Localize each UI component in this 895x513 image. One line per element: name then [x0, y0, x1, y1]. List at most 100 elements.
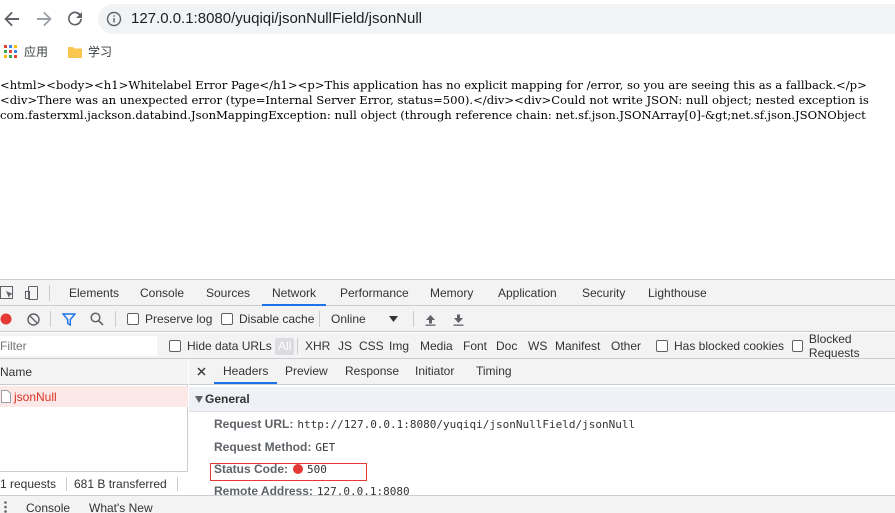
network-toolbar: Preserve log Disable cache Online	[0, 306, 895, 332]
arrow-left-icon	[4, 11, 19, 27]
tab-preview[interactable]: Preview	[285, 359, 328, 384]
checkbox[interactable]	[656, 340, 668, 352]
browser-toolbar: 127.0.0.1:8080/yuqiqi/jsonNullField/json…	[0, 0, 895, 38]
drawer-tab-console[interactable]: Console	[26, 501, 70, 513]
filter-input[interactable]: Filter	[0, 336, 157, 356]
request-url-row: Request URL: http://127.0.0.1:8080/yuqiqi…	[214, 413, 635, 435]
filter-type-js[interactable]: JS	[338, 333, 352, 359]
request-list: Name jsonNull 1 requests 681 B transferr…	[0, 359, 188, 495]
devtools-tab-bar: Elements Console Sources Network Perform…	[0, 279, 895, 306]
drawer-tab-bar: Console What's New	[0, 495, 895, 513]
bookmark-label: 学习	[88, 45, 113, 59]
tab-timing[interactable]: Timing	[476, 359, 512, 384]
device-toolbar-icon[interactable]	[24, 285, 40, 301]
document-icon	[1, 390, 11, 403]
divider	[50, 311, 51, 327]
request-summary: 1 requests 681 B transferred	[0, 471, 188, 495]
checkbox[interactable]	[169, 340, 181, 352]
tab-sources[interactable]: Sources	[206, 280, 250, 306]
request-row[interactable]: jsonNull	[0, 386, 188, 407]
filter-type-img[interactable]: Img	[389, 333, 409, 359]
filter-type-media[interactable]: Media	[420, 333, 453, 359]
filter-type-css[interactable]: CSS	[359, 333, 384, 359]
tab-memory[interactable]: Memory	[430, 280, 473, 306]
divider	[49, 285, 50, 301]
tab-application[interactable]: Application	[498, 280, 557, 306]
clear-icon	[27, 312, 40, 326]
filter-bar: Filter Hide data URLs All XHR JS CSS Img…	[0, 332, 895, 360]
search-button[interactable]	[90, 306, 104, 332]
divider	[413, 311, 414, 327]
filter-type-manifest[interactable]: Manifest	[555, 333, 600, 359]
checkbox[interactable]	[792, 340, 803, 352]
header-key: Status Code:	[214, 462, 289, 476]
throttle-select[interactable]: Online	[331, 306, 398, 332]
bookmark-apps[interactable]: 应用	[4, 43, 48, 60]
arrow-right-icon	[37, 11, 52, 27]
request-count: 1 requests	[0, 477, 57, 491]
bookmarks-bar: 应用 学习	[0, 38, 895, 64]
drawer-tab-whats-new[interactable]: What's New	[89, 501, 153, 513]
disable-cache-label: Disable cache	[239, 312, 315, 326]
record-icon	[0, 313, 12, 325]
funnel-icon	[62, 312, 76, 326]
info-icon	[106, 11, 122, 27]
tab-initiator[interactable]: Initiator	[415, 359, 454, 384]
filter-type-doc[interactable]: Doc	[496, 333, 517, 359]
filter-type-xhr[interactable]: XHR	[305, 333, 330, 359]
tab-elements[interactable]: Elements	[69, 280, 119, 306]
address-bar[interactable]: 127.0.0.1:8080/yuqiqi/jsonNullField/json…	[98, 4, 895, 34]
checkbox[interactable]	[127, 313, 139, 325]
request-method-row: Request Method: GET	[214, 436, 335, 458]
forward-button[interactable]	[32, 7, 56, 31]
tab-response[interactable]: Response	[345, 359, 399, 384]
divider	[115, 311, 116, 327]
tab-lighthouse[interactable]: Lighthouse	[648, 280, 707, 306]
inspect-element-icon[interactable]	[0, 285, 14, 301]
filter-type-ws[interactable]: WS	[528, 333, 547, 359]
reload-button[interactable]	[63, 7, 87, 31]
filter-toggle-button[interactable]	[62, 306, 76, 332]
general-section-header[interactable]: General	[189, 387, 895, 412]
record-button[interactable]	[0, 306, 12, 332]
page-content: <html><body><h1>Whitelabel Error Page</h…	[0, 64, 895, 278]
has-blocked-cookies-label: Has blocked cookies	[674, 339, 785, 353]
close-icon[interactable]	[197, 367, 206, 376]
blocked-requests-label: Blocked Requests	[808, 332, 860, 360]
triangle-down-icon	[195, 396, 203, 403]
divider	[66, 477, 67, 491]
preserve-log-checkbox[interactable]: Preserve log	[127, 306, 212, 332]
blocked-requests-checkbox[interactable]: Blocked Requests	[792, 332, 895, 360]
error-line: com.fasterxml.jackson.databind.JsonMappi…	[0, 108, 866, 122]
filter-type-other[interactable]: Other	[611, 333, 641, 359]
hide-data-urls-checkbox[interactable]: Hide data URLs	[169, 333, 272, 359]
filter-type-all[interactable]: All	[275, 338, 295, 355]
divider	[319, 311, 320, 327]
back-button[interactable]	[0, 7, 24, 31]
filter-type-font[interactable]: Font	[463, 333, 487, 359]
tab-performance[interactable]: Performance	[340, 280, 409, 306]
more-vertical-icon[interactable]	[4, 501, 7, 513]
request-name: jsonNull	[14, 389, 57, 404]
checkbox[interactable]	[221, 313, 233, 325]
import-har-button[interactable]	[424, 306, 437, 332]
bookmark-label: 应用	[24, 45, 49, 59]
header-value: GET	[315, 441, 336, 454]
name-column-header[interactable]: Name	[0, 359, 188, 385]
bookmark-study[interactable]: 学习	[68, 43, 112, 60]
clear-button[interactable]	[27, 306, 40, 332]
disable-cache-checkbox[interactable]: Disable cache	[221, 306, 314, 332]
tab-headers[interactable]: Headers	[214, 359, 278, 384]
tab-security[interactable]: Security	[582, 280, 625, 306]
tab-console[interactable]: Console	[140, 280, 184, 306]
tab-network[interactable]: Network	[262, 280, 327, 306]
url-text: 127.0.0.1:8080/yuqiqi/jsonNullField/json…	[131, 10, 423, 27]
export-har-button[interactable]	[452, 306, 465, 332]
divider	[297, 338, 298, 354]
caret-down-icon	[388, 316, 398, 322]
error-body-text: <html><body><h1>Whitelabel Error Page</h…	[0, 78, 869, 123]
has-blocked-cookies-checkbox[interactable]: Has blocked cookies	[656, 333, 784, 359]
divider	[177, 477, 178, 491]
folder-icon	[68, 46, 82, 58]
section-title: General	[205, 392, 250, 406]
